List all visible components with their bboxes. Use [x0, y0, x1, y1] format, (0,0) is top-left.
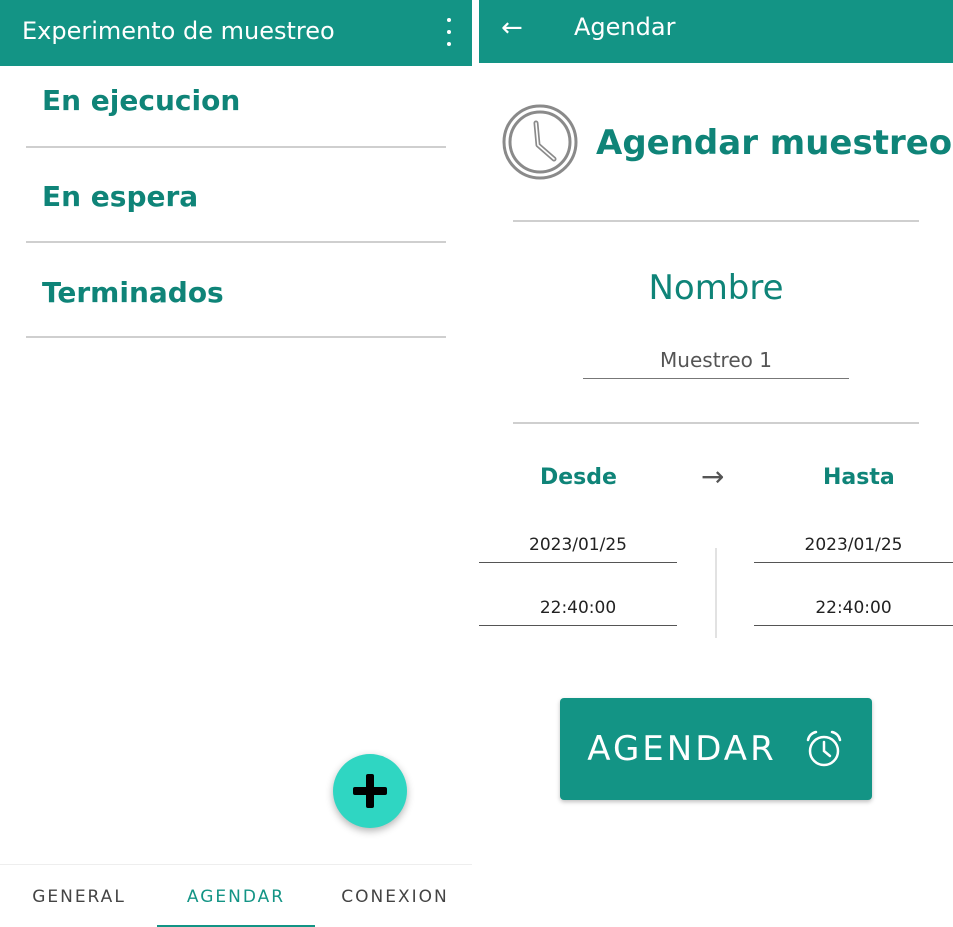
tab-general[interactable]: GENERAL — [10, 865, 148, 927]
tab-agendar[interactable]: AGENDAR — [157, 865, 315, 927]
bottom-navigation: GENERAL AGENDAR CONEXION — [0, 864, 472, 927]
schedule-header: Agendar muestreo — [501, 103, 952, 183]
from-date-field[interactable]: 2023/01/25 — [479, 528, 677, 563]
tab-conexion[interactable]: CONEXION — [325, 865, 465, 927]
arrow-right-icon: → — [701, 460, 725, 493]
from-time-field[interactable]: 22:40:00 — [479, 591, 677, 626]
agendar-button-label: AGENDAR — [587, 729, 777, 769]
section-item-en-ejecucion[interactable]: En ejecucion — [26, 66, 446, 148]
agendar-button[interactable]: AGENDAR — [560, 698, 872, 800]
to-label: Hasta — [823, 465, 895, 490]
plus-icon — [353, 774, 387, 808]
section-label: Terminados — [42, 276, 224, 309]
right-screen: ← Agendar Agendar muestreo Nombre Desde … — [479, 0, 953, 927]
app-bar: Experimento de muestreo — [0, 0, 472, 66]
section-label: En ejecucion — [42, 84, 241, 117]
divider — [513, 220, 919, 222]
name-label: Nombre — [648, 268, 784, 308]
name-input[interactable] — [583, 342, 849, 379]
divider — [513, 422, 919, 424]
app-title: Experimento de muestreo — [22, 17, 335, 45]
section-item-en-espera[interactable]: En espera — [26, 148, 446, 243]
clock-icon — [502, 104, 578, 180]
alarm-clock-icon — [806, 730, 841, 767]
app-bar: ← Agendar — [479, 0, 953, 63]
add-fab-button[interactable] — [333, 754, 407, 828]
section-item-terminados[interactable]: Terminados — [26, 243, 446, 338]
left-screen: Experimento de muestreo En ejecucion En … — [0, 0, 472, 927]
app-title: Agendar — [574, 13, 676, 41]
section-label: En espera — [42, 180, 199, 213]
overflow-menu-icon[interactable] — [446, 18, 452, 46]
back-arrow-icon[interactable]: ← — [501, 13, 523, 43]
to-time-field[interactable]: 22:40:00 — [754, 591, 953, 626]
page-title: Agendar muestreo — [596, 123, 953, 163]
screen-gap — [472, 0, 479, 927]
to-date-field[interactable]: 2023/01/25 — [754, 528, 953, 563]
from-label: Desde — [540, 465, 617, 490]
vertical-divider — [715, 548, 717, 638]
